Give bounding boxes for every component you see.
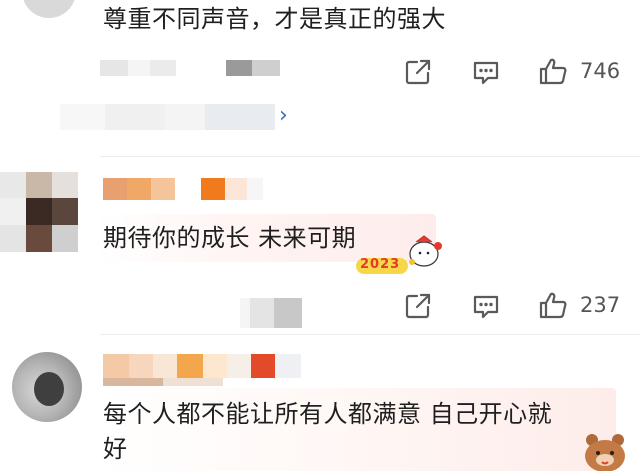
- share-icon[interactable]: [403, 291, 433, 321]
- username-redacted: [103, 378, 223, 386]
- comment-text: 期待你的成长 未来可期: [103, 224, 357, 252]
- view-replies-redacted[interactable]: [60, 104, 275, 130]
- like-count: 746: [580, 59, 621, 83]
- comment-icon[interactable]: [471, 291, 501, 321]
- comment-meta-redacted: [100, 60, 280, 76]
- share-icon[interactable]: [403, 57, 433, 87]
- comment-text-line-2: 好: [103, 435, 128, 463]
- like-count: 237: [580, 293, 621, 317]
- username-redacted[interactable]: [103, 178, 263, 200]
- divider: [100, 334, 640, 335]
- comment-text-line-1: 每个人都不能让所有人都满意 自己开心就: [103, 400, 553, 428]
- username-redacted[interactable]: [103, 354, 301, 378]
- avatar[interactable]: [0, 172, 78, 252]
- avatar[interactable]: [12, 352, 82, 422]
- new-year-sticker-icon: 2023: [354, 232, 446, 278]
- avatar[interactable]: [22, 0, 76, 18]
- bear-sticker-icon: [578, 428, 632, 472]
- divider: [100, 156, 640, 157]
- comment-text: 尊重不同声音，才是真正的强大: [103, 5, 446, 33]
- comment-icon[interactable]: [471, 57, 501, 87]
- comment-meta-redacted: [240, 298, 302, 328]
- thumbs-up-icon[interactable]: [538, 290, 568, 320]
- chevron-right-icon[interactable]: ›: [279, 103, 288, 128]
- thumbs-up-icon[interactable]: [538, 56, 568, 86]
- sticker-year: 2023: [360, 257, 401, 272]
